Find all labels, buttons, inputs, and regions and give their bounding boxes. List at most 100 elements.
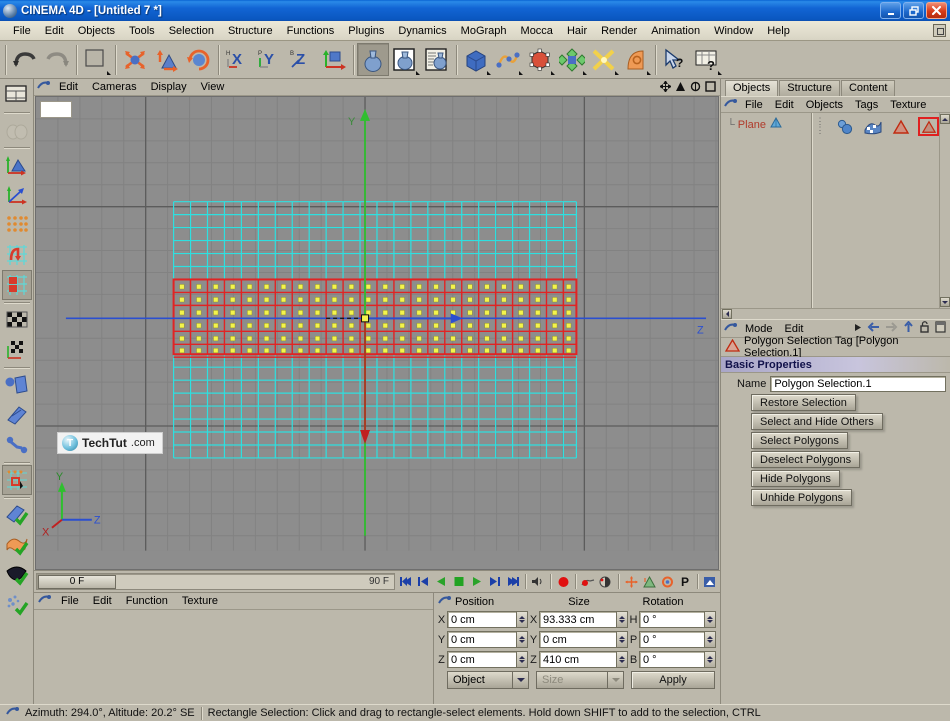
rotation-p-stepper[interactable] <box>705 631 716 648</box>
size-x-input[interactable]: 93.333 cm <box>539 611 617 628</box>
scroll-up-icon[interactable] <box>940 114 950 124</box>
menu-render[interactable]: Render <box>594 23 644 39</box>
apply-button[interactable]: Apply <box>631 670 715 689</box>
menu-file[interactable]: File <box>6 23 38 39</box>
menu-selection[interactable]: Selection <box>162 23 221 39</box>
rotation-h-input[interactable]: 0 ° <box>639 611 705 628</box>
rotate-tool-icon[interactable] <box>183 43 215 76</box>
use-quantize-icon[interactable] <box>2 500 32 530</box>
menu-edit[interactable]: Edit <box>38 23 71 39</box>
minimize-button[interactable] <box>880 2 901 19</box>
deselect-polygons-button[interactable]: Deselect Polygons <box>751 451 861 468</box>
mdi-restore-icon[interactable] <box>933 24 946 37</box>
record-rotation-icon[interactable] <box>659 573 675 590</box>
animation-mode-icon[interactable] <box>2 370 32 400</box>
coordinate-system-select[interactable]: Object <box>447 670 529 689</box>
viewport-zoom-icon[interactable] <box>675 81 686 95</box>
material-menu-function[interactable]: Function <box>119 594 175 608</box>
object-manager-scrollbar[interactable] <box>939 113 950 308</box>
render-region-icon[interactable] <box>389 43 421 76</box>
step-forward-icon[interactable] <box>487 573 503 590</box>
menu-hair[interactable]: Hair <box>560 23 594 39</box>
position-x-input[interactable]: 0 cm <box>447 611 517 628</box>
viewport-canvas[interactable]: Y Z Y Z X <box>36 97 718 551</box>
layout-mode-icon[interactable] <box>2 80 32 110</box>
sound-icon[interactable] <box>530 573 546 590</box>
position-z-input[interactable]: 0 cm <box>447 651 517 668</box>
size-y-input[interactable]: 0 cm <box>539 631 617 648</box>
viewport-maximize-icon[interactable] <box>705 81 716 95</box>
add-spline-icon[interactable] <box>492 43 524 76</box>
om-menu-edit[interactable]: Edit <box>769 98 800 112</box>
current-frame-thumb[interactable]: 0 F <box>38 574 116 589</box>
material-menu-file[interactable]: File <box>54 594 86 608</box>
menu-dynamics[interactable]: Dynamics <box>391 23 453 39</box>
position-y-stepper[interactable] <box>517 631 528 648</box>
material-menu-edit[interactable]: Edit <box>86 594 119 608</box>
object-tag-dots[interactable]: ⋮ ⋮ <box>812 113 828 308</box>
rotation-p-input[interactable]: 0 ° <box>639 631 705 648</box>
name-input[interactable]: Polygon Selection.1 <box>770 376 946 392</box>
keyframe-selection-icon[interactable] <box>598 573 614 590</box>
object-manager-hscrollbar[interactable] <box>721 308 950 319</box>
record-parameter-icon[interactable]: P <box>677 573 693 590</box>
add-deformer-icon[interactable] <box>588 43 620 76</box>
use-isoline-icon[interactable] <box>2 560 32 590</box>
menu-mocca[interactable]: Mocca <box>514 23 560 39</box>
viewport-pan-icon[interactable] <box>659 80 672 95</box>
structure-help-icon[interactable]: ? <box>691 43 723 76</box>
menu-mograph[interactable]: MoGraph <box>454 23 514 39</box>
use-deformed-icon[interactable] <box>2 530 32 560</box>
object-item-plane[interactable]: └ Plane <box>727 116 811 133</box>
hide-polygons-button[interactable]: Hide Polygons <box>751 470 840 487</box>
uv-points-mode-icon[interactable] <box>1 465 32 495</box>
menu-structure[interactable]: Structure <box>221 23 280 39</box>
position-x-stepper[interactable] <box>517 611 528 628</box>
history-back-icon[interactable] <box>867 321 880 336</box>
model-mode-icon[interactable] <box>2 150 32 180</box>
play-reverse-icon[interactable] <box>433 573 449 590</box>
menu-functions[interactable]: Functions <box>280 23 342 39</box>
attribute-manager-icon[interactable] <box>724 322 737 336</box>
material-manager-icon[interactable] <box>38 594 51 608</box>
perspective-viewport[interactable]: Y Z Y Z X T TechTut .com <box>35 96 719 570</box>
world-object-coordinate-icon[interactable] <box>318 43 350 76</box>
unhide-polygons-button[interactable]: Unhide Polygons <box>751 489 853 506</box>
am-menu-edit[interactable]: Edit <box>779 322 810 336</box>
viewport-menu-icon[interactable] <box>37 80 50 94</box>
viewport-menu-view[interactable]: View <box>194 80 232 94</box>
edge-mode-icon[interactable] <box>2 240 32 270</box>
am-menu-mode[interactable]: Mode <box>739 322 779 336</box>
position-y-input[interactable]: 0 cm <box>447 631 517 648</box>
material-menu-texture[interactable]: Texture <box>175 594 225 608</box>
redo-icon[interactable] <box>41 43 73 76</box>
new-window-icon[interactable] <box>935 321 946 336</box>
add-hyper-nurbs-icon[interactable] <box>524 43 556 76</box>
z-axis-lock-icon[interactable]: Z B <box>286 43 318 76</box>
object-manager-list[interactable]: └ Plane ⋮ ⋮ <box>721 113 950 308</box>
y-axis-lock-icon[interactable]: Y P <box>254 43 286 76</box>
x-axis-lock-icon[interactable]: X H <box>222 43 254 76</box>
move-tool-icon[interactable] <box>119 43 151 76</box>
lock-icon[interactable] <box>919 321 930 336</box>
go-to-end-icon[interactable] <box>505 573 521 590</box>
object-axis-mode-icon[interactable] <box>2 180 32 210</box>
play-forward-icon[interactable] <box>469 573 485 590</box>
render-view-icon[interactable] <box>357 43 389 76</box>
om-menu-tags[interactable]: Tags <box>849 98 884 112</box>
help-cursor-icon[interactable]: ? <box>659 43 691 76</box>
record-icon[interactable] <box>555 573 571 590</box>
select-polygons-button[interactable]: Select Polygons <box>751 432 848 449</box>
record-pla-icon[interactable] <box>702 573 718 590</box>
menu-animation[interactable]: Animation <box>644 23 707 39</box>
stop-icon[interactable] <box>451 573 467 590</box>
make-editable-icon[interactable] <box>2 115 32 145</box>
polygon-selection-tag-icon[interactable] <box>890 117 911 136</box>
add-scene-object-icon[interactable] <box>620 43 652 76</box>
texture-axis-mode-icon[interactable] <box>2 335 32 365</box>
viewport-menu-edit[interactable]: Edit <box>52 80 85 94</box>
history-forward-icon[interactable] <box>854 323 862 335</box>
add-array-icon[interactable] <box>556 43 588 76</box>
rotation-b-stepper[interactable] <box>705 651 716 668</box>
live-selection-icon[interactable] <box>80 43 112 76</box>
